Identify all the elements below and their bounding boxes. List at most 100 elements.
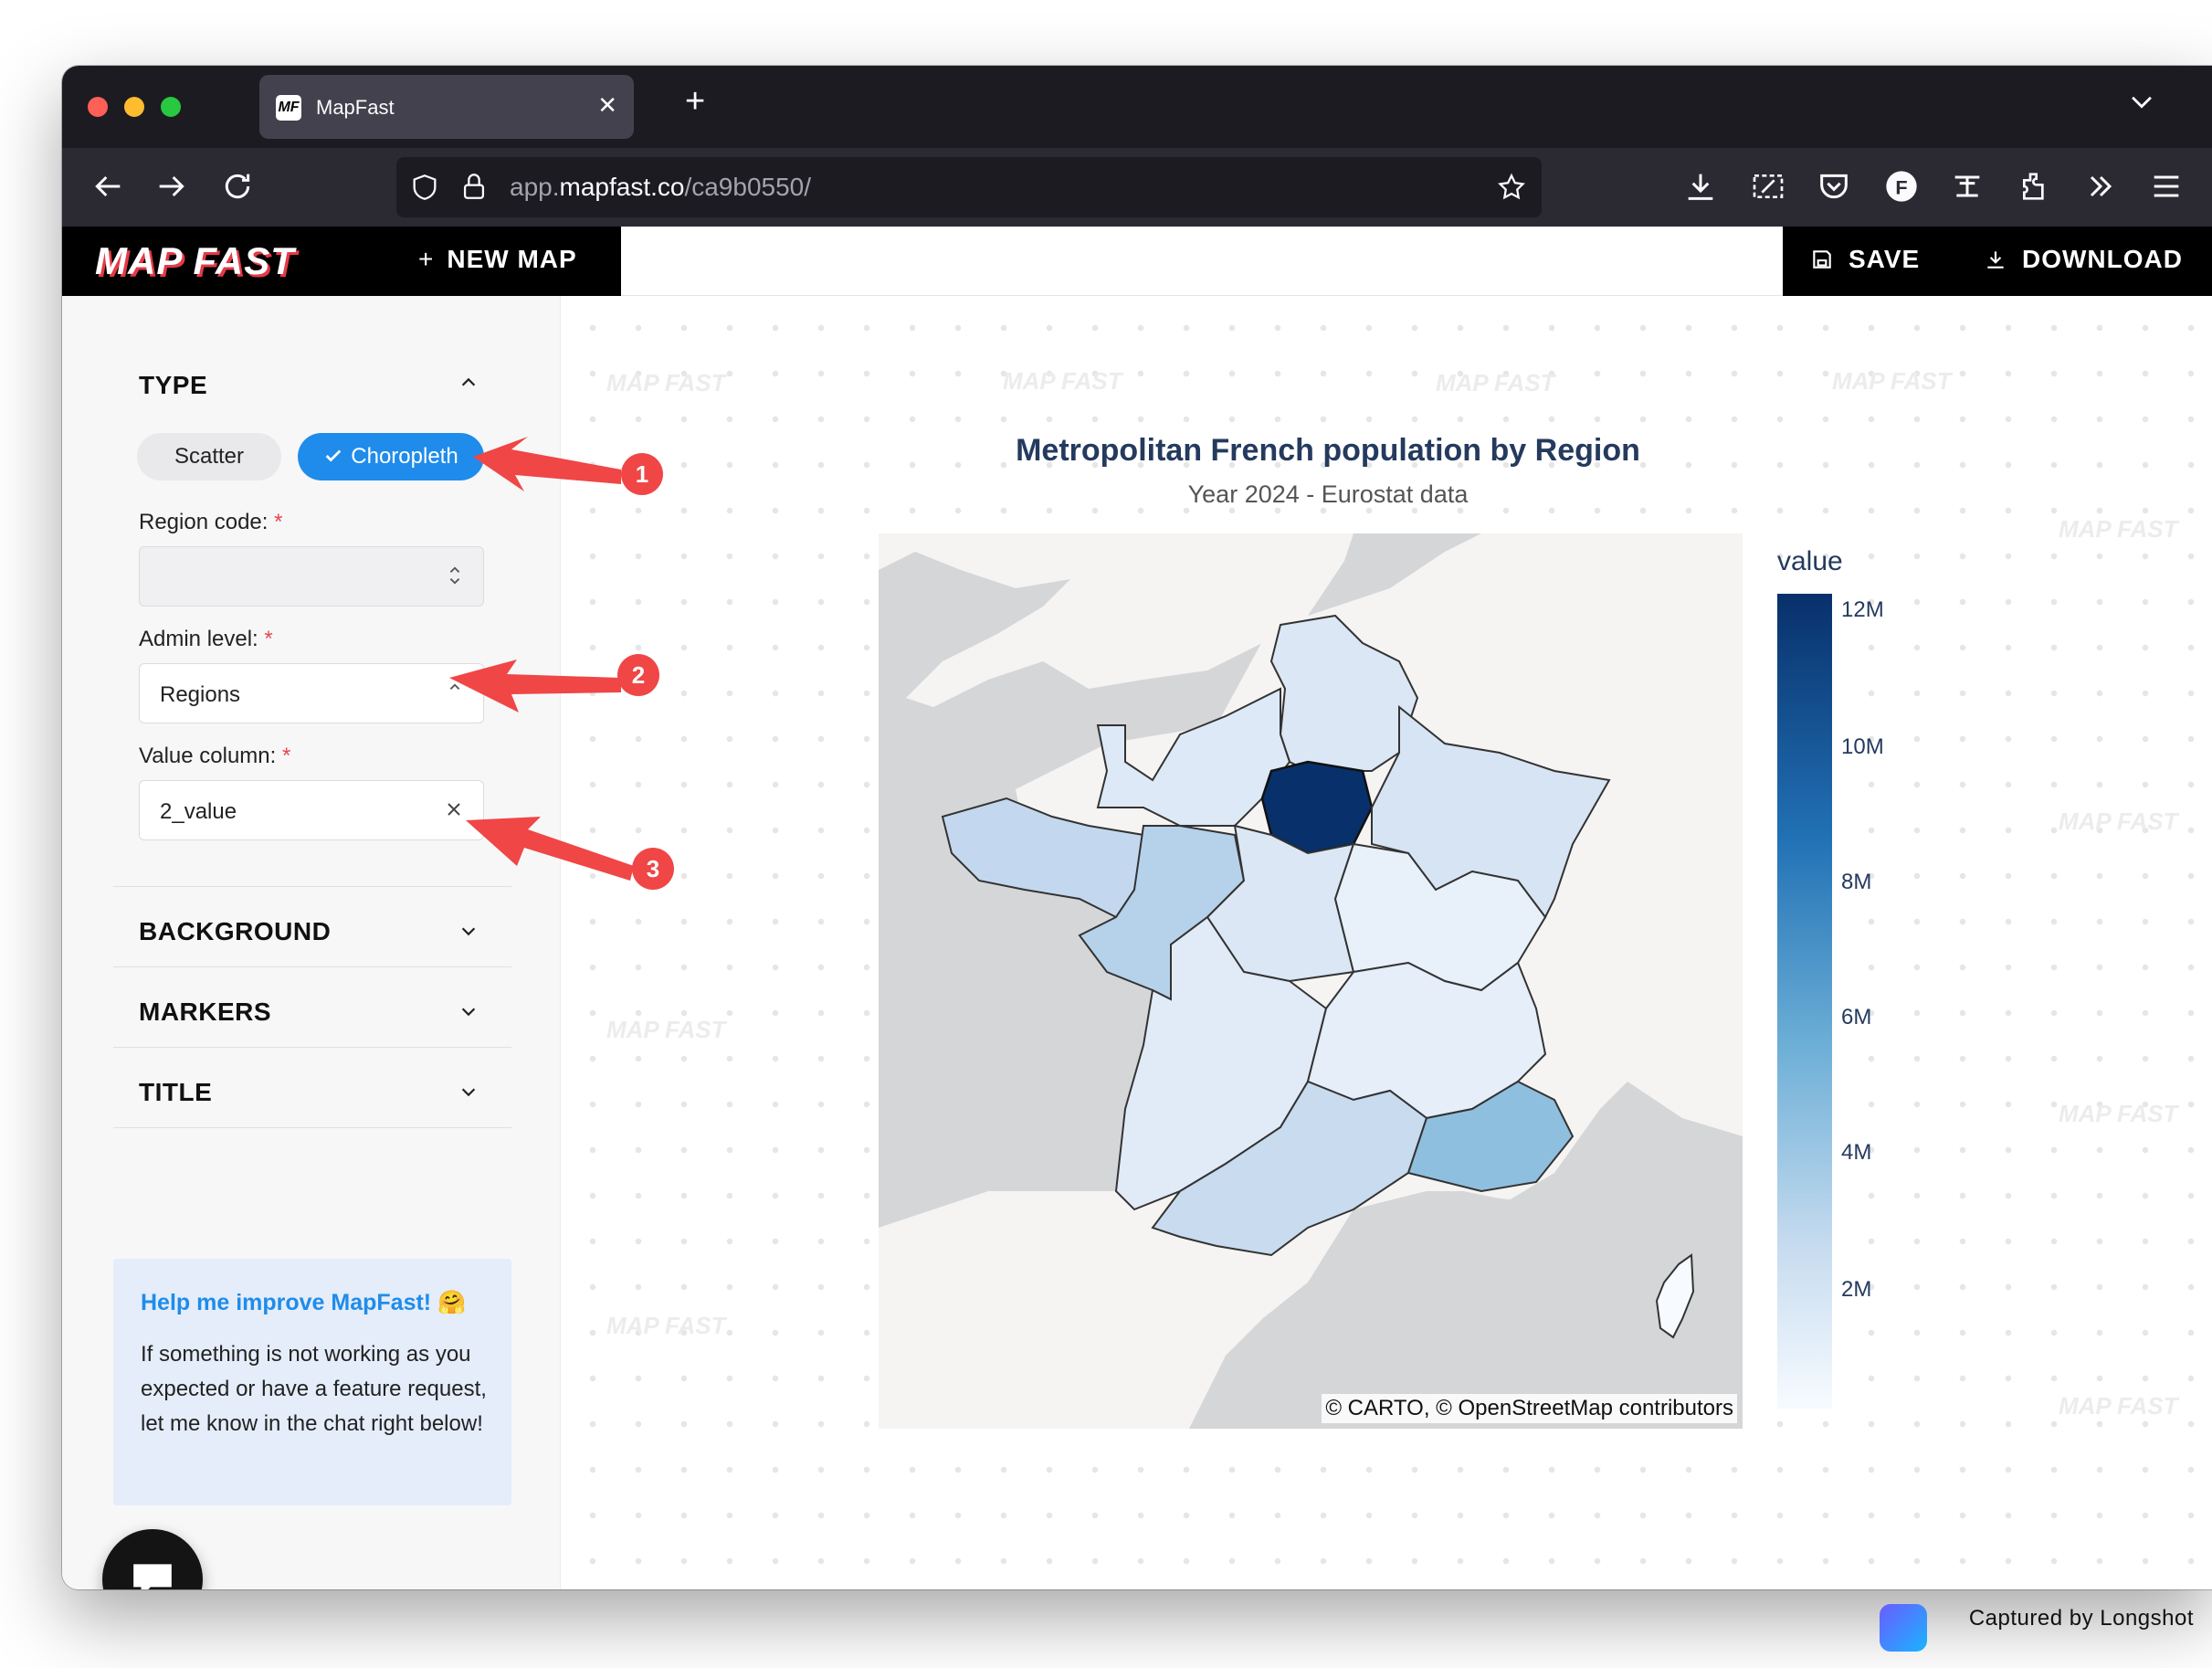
download-button[interactable]: DOWNLOAD bbox=[1984, 245, 2183, 274]
watermark: MAP FAST bbox=[2059, 1392, 2178, 1420]
chevron-down-icon[interactable] bbox=[2126, 86, 2157, 117]
feedback-box: Help me improve MapFast! 🤗 If something … bbox=[113, 1259, 511, 1505]
forward-arrow-icon[interactable] bbox=[153, 168, 190, 205]
hamburger-menu-icon[interactable] bbox=[2148, 168, 2185, 205]
chevron-down-icon[interactable] bbox=[458, 1001, 479, 1021]
zoom-window-button[interactable] bbox=[161, 97, 181, 117]
choropleth-label: Choropleth bbox=[351, 444, 458, 469]
watermark: MAP FAST bbox=[1436, 369, 1555, 396]
admin-level-value: Regions bbox=[160, 682, 241, 707]
new-tab-button[interactable]: + bbox=[685, 82, 705, 121]
translate-icon[interactable] bbox=[1949, 168, 1986, 205]
legend-tick: 10M bbox=[1841, 734, 1884, 759]
admin-level-select[interactable]: Regions bbox=[139, 663, 484, 723]
chevron-down-icon[interactable] bbox=[458, 1082, 479, 1102]
select-updown-icon bbox=[449, 683, 460, 690]
mapfast-logo[interactable]: MAP FAST bbox=[95, 239, 295, 283]
background-section-title[interactable]: BACKGROUND bbox=[139, 917, 331, 946]
required-mark: * bbox=[281, 744, 291, 768]
header-spacer bbox=[621, 227, 1783, 296]
back-arrow-icon[interactable] bbox=[90, 168, 126, 205]
mapfast-app: MAP FAST + NEW MAP SAVE DOWNLOAD TYPE Sca… bbox=[62, 227, 2212, 1589]
markers-section-title[interactable]: MARKERS bbox=[139, 998, 271, 1027]
watermark: MAP FAST bbox=[2059, 515, 2178, 543]
floppy-disk-icon bbox=[1813, 250, 1831, 269]
app-header-right: SAVE DOWNLOAD bbox=[1783, 227, 2212, 296]
value-column-value: 2_value bbox=[160, 799, 237, 824]
overflow-chevrons-icon[interactable] bbox=[2082, 168, 2119, 205]
extensions-icon[interactable] bbox=[2017, 168, 2053, 205]
capture-credit: Captured by Longshot bbox=[1968, 1606, 2194, 1631]
screenshot-icon[interactable] bbox=[1750, 168, 1786, 205]
reload-icon[interactable] bbox=[219, 168, 256, 205]
new-map-label: NEW MAP bbox=[447, 245, 577, 273]
minimize-window-button[interactable] bbox=[124, 97, 144, 117]
legend-tick: 4M bbox=[1841, 1140, 1872, 1165]
value-column-select[interactable]: 2_value bbox=[139, 780, 484, 840]
value-column-label: Value column: * bbox=[139, 744, 291, 768]
type-option-choropleth[interactable]: Choropleth bbox=[298, 433, 484, 480]
chat-button[interactable] bbox=[102, 1529, 203, 1589]
mapfast-favicon-icon: MF bbox=[276, 95, 301, 121]
feedback-body: If something is not working as you expec… bbox=[141, 1342, 487, 1436]
type-section-title[interactable]: TYPE bbox=[139, 371, 207, 400]
watermark: MAP FAST bbox=[1832, 367, 1952, 395]
app-header-left: MAP FAST + NEW MAP bbox=[62, 227, 621, 296]
type-option-scatter[interactable]: Scatter bbox=[137, 433, 281, 480]
download-icon bbox=[1987, 251, 2004, 269]
annotation-badge-3: 3 bbox=[632, 848, 674, 890]
browser-window: MF MapFast ✕ + app.mapfast.co/ca9b0550/ … bbox=[62, 66, 2212, 1589]
legend-tick: 2M bbox=[1841, 1277, 1872, 1302]
navigation-toolbar: app.mapfast.co/ca9b0550/ F bbox=[62, 148, 2212, 227]
pocket-icon[interactable] bbox=[1816, 168, 1852, 205]
save-label: SAVE bbox=[1849, 245, 1921, 273]
url-text[interactable]: app.mapfast.co/ca9b0550/ bbox=[510, 173, 811, 202]
clear-x-icon[interactable] bbox=[443, 796, 465, 823]
download-label: DOWNLOAD bbox=[2022, 245, 2183, 273]
legend-tick: 6M bbox=[1841, 1005, 1872, 1029]
bookmark-star-icon[interactable] bbox=[1496, 172, 1527, 203]
chat-bubble-icon bbox=[133, 1564, 172, 1589]
annotation-badge-1: 1 bbox=[621, 453, 663, 495]
legend-tick: 8M bbox=[1841, 870, 1872, 894]
section-divider bbox=[113, 1047, 511, 1048]
tab-close-icon[interactable]: ✕ bbox=[597, 91, 617, 120]
legend-colorbar bbox=[1777, 594, 1832, 1409]
region-code-label: Region code: * bbox=[139, 510, 283, 534]
watermark: MAP FAST bbox=[2059, 1100, 2178, 1127]
map-attribution[interactable]: © CARTO, © OpenStreetMap contributors bbox=[1322, 1394, 1737, 1423]
annotation-badge-2: 2 bbox=[617, 654, 659, 696]
map-subtitle: Year 2024 - Eurostat data bbox=[1187, 480, 1469, 508]
downloads-icon[interactable] bbox=[1682, 168, 1719, 205]
legend-tick: 12M bbox=[1841, 597, 1884, 622]
tab-title: MapFast bbox=[316, 96, 395, 119]
title-section-title[interactable]: TITLE bbox=[139, 1078, 212, 1107]
tab-mapfast[interactable]: MF MapFast ✕ bbox=[259, 75, 634, 139]
url-bar[interactable]: app.mapfast.co/ca9b0550/ bbox=[396, 157, 1542, 217]
region-code-select[interactable] bbox=[139, 546, 484, 607]
watermark: MAP FAST bbox=[606, 1016, 726, 1043]
close-window-button[interactable] bbox=[88, 97, 108, 117]
new-map-button[interactable]: + NEW MAP bbox=[418, 245, 577, 274]
settings-sidebar: TYPE Scatter Choropleth Region code: * A… bbox=[62, 296, 561, 1589]
shield-icon[interactable] bbox=[409, 172, 440, 203]
admin-level-label: Admin level: * bbox=[139, 627, 273, 651]
legend-title: value bbox=[1777, 546, 1843, 576]
checkmark-icon bbox=[325, 449, 342, 462]
choropleth-map[interactable]: © CARTO, © OpenStreetMap contributors bbox=[879, 533, 1743, 1429]
feedback-title: Help me improve MapFast! 🤗 bbox=[141, 1290, 467, 1315]
map-canvas[interactable]: MAP FAST MAP FAST MAP FAST MAP FAST MAP … bbox=[561, 296, 2212, 1589]
required-mark: * bbox=[264, 627, 273, 651]
watermark: MAP FAST bbox=[606, 369, 726, 396]
watermark: MAP FAST bbox=[606, 1312, 726, 1339]
save-button[interactable]: SAVE bbox=[1810, 245, 1920, 274]
chevron-up-icon[interactable] bbox=[458, 373, 479, 393]
lock-icon[interactable] bbox=[458, 170, 490, 203]
required-mark: * bbox=[274, 510, 283, 534]
svg-text:F: F bbox=[1895, 175, 1907, 198]
screenshot-root: MF MapFast ✕ + app.mapfast.co/ca9b0550/ … bbox=[0, 0, 2212, 1668]
section-divider bbox=[113, 886, 511, 887]
profile-f-icon[interactable]: F bbox=[1883, 168, 1920, 205]
watermark: MAP FAST bbox=[2059, 808, 2178, 835]
chevron-down-icon[interactable] bbox=[458, 921, 479, 941]
